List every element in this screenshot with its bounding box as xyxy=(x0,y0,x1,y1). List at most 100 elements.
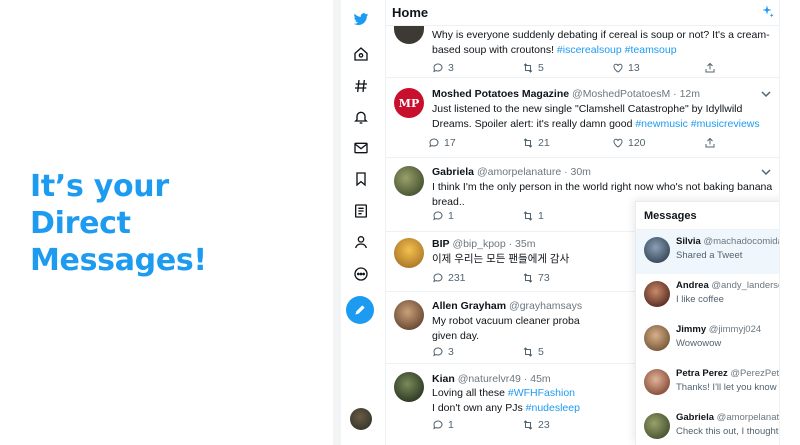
tweet[interactable]: Why is everyone suddenly debating if cer… xyxy=(386,26,779,78)
author-name[interactable]: BIP xyxy=(432,238,450,250)
conversation-preview: Check this out, I thought it was supe... xyxy=(676,426,779,437)
avatar xyxy=(644,325,670,351)
lists-icon[interactable] xyxy=(348,198,374,224)
like-button[interactable]: 120 xyxy=(612,137,646,149)
tweet-text: Just listened to the new single "Clamshe… xyxy=(432,103,760,130)
reply-icon xyxy=(433,347,443,357)
retweet-icon xyxy=(523,273,533,283)
bookmarks-icon[interactable] xyxy=(348,166,374,192)
retweet-icon xyxy=(523,211,533,221)
retweet-button[interactable]: 5 xyxy=(522,346,544,358)
reply-button[interactable]: 1 xyxy=(432,419,454,431)
conversation-preview: Shared a Tweet xyxy=(676,250,743,261)
messages-title: Messages xyxy=(644,210,697,222)
messages-drawer: Messages Silvia @machadocomida now Share… xyxy=(635,201,780,445)
reply-icon xyxy=(433,420,443,430)
retweet-icon xyxy=(523,138,533,148)
hashtag-link[interactable]: #iscerealsoup #teamsoup xyxy=(557,44,677,56)
hashtag-link[interactable]: #nudesleep xyxy=(526,402,580,414)
tweet[interactable]: MP Moshed Potatoes Magazine @MoshedPotat… xyxy=(386,78,779,158)
share-icon xyxy=(705,137,715,148)
reply-button[interactable]: 231 xyxy=(432,272,466,284)
tweet-time: · 12m xyxy=(673,88,701,100)
window-edge xyxy=(333,0,341,445)
promo-line-1: It’s your xyxy=(30,169,169,204)
reply-button[interactable]: 3 xyxy=(432,62,454,74)
chevron-down-icon[interactable] xyxy=(761,90,771,98)
tweet-time: · 30m xyxy=(564,166,591,178)
explore-hash-icon[interactable] xyxy=(348,73,374,99)
share-icon xyxy=(705,62,715,73)
timeline-header: Home xyxy=(386,0,779,26)
notifications-bell-icon[interactable] xyxy=(348,104,374,130)
conversation-name: Gabriela @amorpelanature xyxy=(676,412,780,423)
retweet-icon xyxy=(523,63,533,73)
avatar[interactable] xyxy=(394,372,424,402)
retweet-button[interactable]: 1 xyxy=(522,210,544,222)
sidebar-nav xyxy=(341,0,381,445)
conversation-preview: Wowowow xyxy=(676,338,722,349)
reply-button[interactable]: 17 xyxy=(428,137,456,149)
avatar[interactable] xyxy=(394,300,424,330)
more-icon[interactable] xyxy=(348,261,374,287)
author-name[interactable]: Kian xyxy=(432,373,455,385)
retweet-icon xyxy=(523,347,533,357)
author-name[interactable]: Moshed Potatoes Magazine xyxy=(432,88,569,100)
hashtag-link[interactable]: #newmusic #musicreviews xyxy=(635,118,759,130)
reply-icon xyxy=(429,138,439,148)
reply-button[interactable]: 1 xyxy=(432,210,454,222)
sparkle-icon[interactable] xyxy=(759,4,775,20)
retweet-button[interactable]: 21 xyxy=(522,137,550,149)
home-icon[interactable] xyxy=(348,41,374,67)
profile-icon[interactable] xyxy=(348,229,374,255)
twitter-logo-icon[interactable] xyxy=(348,6,374,32)
reply-button[interactable]: 3 xyxy=(432,346,454,358)
conversation-item[interactable]: Petra Perez @PerezPetraz 1d Thanks! I'll… xyxy=(636,362,779,406)
conversation-name: Andrea @andy_landerson xyxy=(676,280,779,291)
account-avatar[interactable] xyxy=(350,408,372,430)
tweet-text: Why is everyone suddenly debating if cer… xyxy=(432,29,770,56)
retweet-button[interactable]: 5 xyxy=(522,62,544,74)
messages-envelope-icon[interactable] xyxy=(348,135,374,161)
author-handle[interactable]: @MoshedPotatoesM xyxy=(572,88,670,100)
compose-tweet-button[interactable] xyxy=(346,296,374,324)
share-button[interactable] xyxy=(704,62,716,74)
tweet-header: Kian @naturelvr49 · 45m xyxy=(432,373,551,385)
tweet-header: BIP @bip_kpop · 35m xyxy=(432,238,535,250)
conversation-item[interactable]: Jimmy @jimmyj024 8h Wowowow xyxy=(636,318,779,362)
author-handle[interactable]: @amorpelanature xyxy=(477,166,561,178)
author-handle[interactable]: @bip_kpop xyxy=(452,238,505,250)
author-name[interactable]: Allen Grayham xyxy=(432,300,506,312)
avatar[interactable] xyxy=(394,166,424,196)
twitter-app-window: Home Why is everyone suddenly debating i… xyxy=(333,0,800,445)
conversation-item[interactable]: Silvia @machadocomida now Shared a Tweet xyxy=(636,230,780,274)
chevron-down-icon[interactable] xyxy=(761,168,771,176)
author-name[interactable]: Gabriela xyxy=(432,166,474,178)
heart-icon xyxy=(613,138,623,148)
like-button[interactable]: 13 xyxy=(612,62,640,74)
tweet-text: My robot vacuum cleaner proba given day. xyxy=(432,315,580,342)
tweet-header: Gabriela @amorpelanature · 30m xyxy=(432,166,591,178)
conversation-name: Jimmy @jimmyj024 xyxy=(676,324,762,335)
conversation-item[interactable]: Andrea @andy_landerson 4h I like coffee xyxy=(636,274,779,318)
tweet-header: Allen Grayham @grayhamsays xyxy=(432,300,582,312)
compose-tweet-icon xyxy=(355,304,366,315)
tweet-actions: 17 21 120 xyxy=(429,137,732,151)
promo-line-2: Direct xyxy=(30,206,131,241)
tweet-time: · 45m xyxy=(523,373,551,385)
conversation-item[interactable]: Gabriela @amorpelanature 2d Check this o… xyxy=(636,406,780,445)
messages-header[interactable]: Messages xyxy=(636,202,779,230)
avatar[interactable] xyxy=(394,238,424,268)
share-button[interactable] xyxy=(704,137,716,149)
avatar[interactable]: MP xyxy=(394,88,424,118)
avatar[interactable] xyxy=(394,26,424,44)
author-handle[interactable]: @grayhamsays xyxy=(509,300,582,312)
hashtag-link[interactable]: #WFHFashion xyxy=(508,387,575,399)
conversation-name: Silvia @machadocomida xyxy=(676,236,780,247)
retweet-button[interactable]: 73 xyxy=(522,272,550,284)
tweet-actions: 3 5 13 xyxy=(432,62,732,76)
author-handle[interactable]: @naturelvr49 xyxy=(458,373,521,385)
retweet-button[interactable]: 23 xyxy=(522,419,550,431)
tweet-text: Loving all these #WFHFashion I don't own … xyxy=(432,387,580,414)
tweet-time: · 35m xyxy=(508,238,536,250)
